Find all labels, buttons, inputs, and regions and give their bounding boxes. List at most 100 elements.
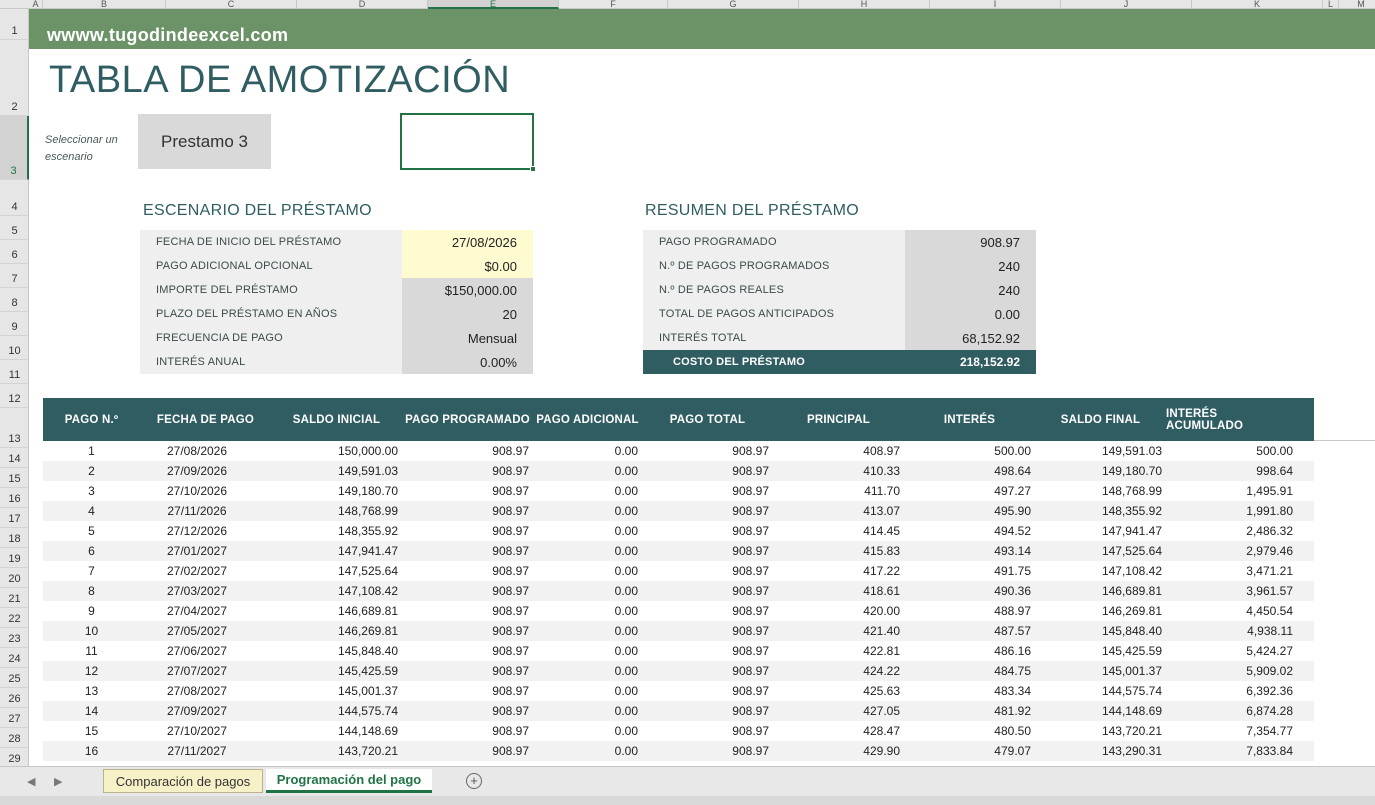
table-cell[interactable]: 2,486.32 xyxy=(1166,521,1293,541)
table-cell[interactable]: 0.00 xyxy=(533,561,638,581)
table-cell[interactable]: 908.97 xyxy=(402,441,529,461)
table-cell[interactable]: 908.97 xyxy=(402,701,529,721)
summary-row-label[interactable]: INTERÉS TOTAL xyxy=(643,326,905,350)
table-cell[interactable]: 147,108.42 xyxy=(271,581,398,601)
column-heading[interactable]: INTERÉS xyxy=(904,398,1035,441)
row-header-26[interactable]: 26 xyxy=(0,688,29,708)
table-cell[interactable]: 2,979.46 xyxy=(1166,541,1293,561)
table-cell[interactable]: 149,180.70 xyxy=(1035,461,1162,481)
column-header-i[interactable]: I xyxy=(930,0,1061,9)
scenario-row-value[interactable]: Mensual xyxy=(402,326,533,350)
table-cell[interactable]: 908.97 xyxy=(642,521,769,541)
row-header-8[interactable]: 8 xyxy=(0,288,29,312)
table-cell[interactable]: 4 xyxy=(43,501,140,521)
table-cell[interactable]: 0.00 xyxy=(533,641,638,661)
row-header-15[interactable]: 15 xyxy=(0,468,29,488)
table-cell[interactable]: 497.27 xyxy=(904,481,1031,501)
scenario-row-value[interactable]: 0.00% xyxy=(402,350,533,374)
table-cell[interactable]: 27/10/2027 xyxy=(142,721,252,741)
table-cell[interactable]: 417.22 xyxy=(773,561,900,581)
table-cell[interactable]: 144,575.74 xyxy=(1035,681,1162,701)
table-cell[interactable]: 908.97 xyxy=(402,641,529,661)
table-cell[interactable]: 27/05/2027 xyxy=(142,621,252,641)
table-cell[interactable]: 908.97 xyxy=(402,681,529,701)
table-cell[interactable]: 908.97 xyxy=(402,721,529,741)
column-header-m[interactable]: M xyxy=(1339,0,1375,9)
table-cell[interactable]: 7,833.84 xyxy=(1166,741,1293,761)
column-heading[interactable]: PAGO ADICIONAL xyxy=(533,398,642,441)
row-header-21[interactable]: 21 xyxy=(0,588,29,608)
table-cell[interactable]: 27/09/2026 xyxy=(142,461,252,481)
add-sheet-plus-icon[interactable]: + xyxy=(466,773,482,789)
table-cell[interactable]: 27/04/2027 xyxy=(142,601,252,621)
table-cell[interactable]: 491.75 xyxy=(904,561,1031,581)
table-cell[interactable]: 27/12/2026 xyxy=(142,521,252,541)
table-cell[interactable]: 495.90 xyxy=(904,501,1031,521)
table-cell[interactable]: 420.00 xyxy=(773,601,900,621)
table-cell[interactable]: 27/02/2027 xyxy=(142,561,252,581)
row-header-3[interactable]: 3 xyxy=(0,116,29,180)
summary-row-value[interactable]: 240 xyxy=(905,254,1036,278)
table-cell[interactable]: 27/08/2026 xyxy=(142,441,252,461)
table-cell[interactable]: 998.64 xyxy=(1166,461,1293,481)
row-header-4[interactable]: 4 xyxy=(0,180,29,216)
scenario-row-label[interactable]: FRECUENCIA DE PAGO xyxy=(140,326,402,350)
summary-row-label[interactable]: PAGO PROGRAMADO xyxy=(643,230,905,254)
table-cell[interactable]: 144,575.74 xyxy=(271,701,398,721)
table-cell[interactable]: 488.97 xyxy=(904,601,1031,621)
table-cell[interactable]: 411.70 xyxy=(773,481,900,501)
banner-url[interactable]: wwww.tugodindeexcel.com xyxy=(47,25,288,46)
table-cell[interactable]: 5,909.02 xyxy=(1166,661,1293,681)
table-cell[interactable]: 9 xyxy=(43,601,140,621)
table-cell[interactable]: 483.34 xyxy=(904,681,1031,701)
row-header-20[interactable]: 20 xyxy=(0,568,29,588)
table-cell[interactable]: 27/11/2027 xyxy=(142,741,252,761)
table-cell[interactable]: 0.00 xyxy=(533,681,638,701)
row-header-24[interactable]: 24 xyxy=(0,648,29,668)
row-header-27[interactable]: 27 xyxy=(0,708,29,728)
table-cell[interactable]: 6,874.28 xyxy=(1166,701,1293,721)
table-cell[interactable]: 486.16 xyxy=(904,641,1031,661)
table-cell[interactable]: 145,848.40 xyxy=(1035,621,1162,641)
table-cell[interactable]: 0.00 xyxy=(533,461,638,481)
table-cell[interactable]: 908.97 xyxy=(642,661,769,681)
scenario-row-label[interactable]: FECHA DE INICIO DEL PRÉSTAMO xyxy=(140,230,402,254)
table-cell[interactable]: 147,525.64 xyxy=(271,561,398,581)
table-cell[interactable]: 487.57 xyxy=(904,621,1031,641)
table-cell[interactable]: 908.97 xyxy=(402,481,529,501)
scenario-row-label[interactable]: IMPORTE DEL PRÉSTAMO xyxy=(140,278,402,302)
table-cell[interactable]: 908.97 xyxy=(642,581,769,601)
table-cell[interactable]: 0.00 xyxy=(533,481,638,501)
column-header-h[interactable]: H xyxy=(799,0,930,9)
table-cell[interactable]: 15 xyxy=(43,721,140,741)
table-cell[interactable]: 1,495.91 xyxy=(1166,481,1293,501)
table-cell[interactable]: 908.97 xyxy=(642,681,769,701)
table-cell[interactable]: 908.97 xyxy=(642,481,769,501)
scenario-row-value[interactable]: 20 xyxy=(402,302,533,326)
table-cell[interactable]: 414.45 xyxy=(773,521,900,541)
table-cell[interactable]: 10 xyxy=(43,621,140,641)
table-cell[interactable]: 494.52 xyxy=(904,521,1031,541)
row-header-13[interactable]: 13 xyxy=(0,408,29,448)
table-cell[interactable]: 143,720.21 xyxy=(271,741,398,761)
table-cell[interactable]: 480.50 xyxy=(904,721,1031,741)
table-cell[interactable]: 0.00 xyxy=(533,441,638,461)
column-header-a[interactable]: A xyxy=(29,0,43,9)
column-header-c[interactable]: C xyxy=(166,0,297,9)
table-cell[interactable]: 12 xyxy=(43,661,140,681)
table-cell[interactable]: 148,768.99 xyxy=(1035,481,1162,501)
summary-row-label[interactable]: TOTAL DE PAGOS ANTICIPADOS xyxy=(643,302,905,326)
table-cell[interactable]: 0.00 xyxy=(533,621,638,641)
table-cell[interactable]: 908.97 xyxy=(642,621,769,641)
fill-handle[interactable] xyxy=(530,166,536,172)
row-header-28[interactable]: 28 xyxy=(0,728,29,748)
table-cell[interactable]: 908.97 xyxy=(642,721,769,741)
row-header-17[interactable]: 17 xyxy=(0,508,29,528)
table-cell[interactable]: 27/03/2027 xyxy=(142,581,252,601)
row-header-29[interactable]: 29 xyxy=(0,748,29,768)
table-cell[interactable]: 908.97 xyxy=(402,661,529,681)
table-cell[interactable]: 149,591.03 xyxy=(1035,441,1162,461)
row-header-5[interactable]: 5 xyxy=(0,216,29,240)
scenario-row-value[interactable]: 27/08/2026 xyxy=(402,230,533,254)
row-header-12[interactable]: 12 xyxy=(0,384,29,408)
